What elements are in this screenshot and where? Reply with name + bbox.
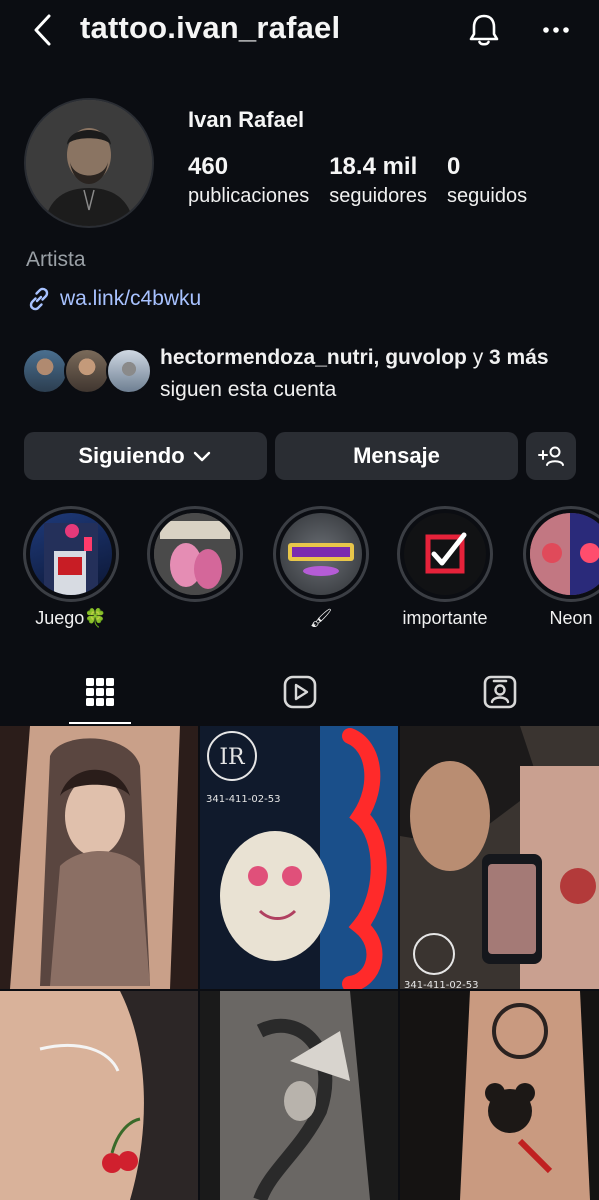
story-highlights: Juego🍀 🖌 importante Neon xyxy=(0,506,599,646)
posts-grid: IR 341-411-02-53 341-411-02-53 xyxy=(0,726,599,1200)
mutual-avatar xyxy=(64,348,110,394)
post-thumbnail[interactable] xyxy=(400,991,599,1200)
neon-sign-icon xyxy=(530,513,599,595)
profile-actions: Siguiendo Mensaje xyxy=(24,432,576,480)
stat-followers[interactable]: 18.4 mil seguidores xyxy=(329,152,427,210)
mutual-count: 3 más xyxy=(489,346,549,369)
post-thumbnail[interactable] xyxy=(200,991,398,1200)
highlight-ring xyxy=(523,506,599,602)
link-icon xyxy=(29,287,49,311)
more-horizontal-icon xyxy=(543,27,569,33)
following-button[interactable]: Siguiendo xyxy=(24,432,267,480)
back-button[interactable] xyxy=(26,12,58,48)
post-thumbnail[interactable] xyxy=(0,726,198,989)
mutual-avatar xyxy=(22,348,68,394)
highlight-ring xyxy=(273,506,369,602)
mutual-avatar xyxy=(106,348,152,394)
svg-text:IR: IR xyxy=(219,745,246,770)
pink-panther-icon xyxy=(154,513,236,595)
tab-grid[interactable] xyxy=(0,660,200,724)
highlight-ring xyxy=(147,506,243,602)
bell-icon xyxy=(469,14,499,46)
highlight-label: Juego🍀 xyxy=(35,608,107,628)
connector: y xyxy=(466,346,490,369)
avatar-portrait xyxy=(26,100,152,226)
post-watermark: 341-411-02-53 xyxy=(404,980,478,989)
active-tab-indicator xyxy=(69,722,131,724)
post-thumbnail[interactable]: 341-411-02-53 xyxy=(400,726,599,989)
followed-by[interactable]: hectormendoza_nutri, guvolop y 3 más sig… xyxy=(22,342,580,406)
post-thumbnail[interactable] xyxy=(0,991,198,1200)
highlight-pink-panther[interactable] xyxy=(140,506,250,608)
top-bar: tattoo.ivan_rafael xyxy=(0,0,599,64)
tab-tagged[interactable] xyxy=(400,660,599,724)
highlight-label: Neon xyxy=(549,608,593,628)
following-label: Siguiendo xyxy=(78,443,185,468)
stat-following[interactable]: 0 seguidos xyxy=(447,152,527,210)
stat-label: publicaciones xyxy=(188,185,310,207)
highlight-importante[interactable]: importante xyxy=(390,506,500,629)
stat-value: 18.4 mil xyxy=(329,153,418,180)
tab-reels[interactable] xyxy=(200,660,400,724)
highlight-label: 🖌 xyxy=(309,608,333,628)
message-label: Mensaje xyxy=(353,443,440,468)
tagged-icon xyxy=(483,675,517,709)
more-options-button[interactable] xyxy=(536,10,576,50)
message-button[interactable]: Mensaje xyxy=(275,432,518,480)
suggested-users-button[interactable] xyxy=(526,432,576,480)
profile-category: Artista xyxy=(26,248,86,271)
stat-label: seguidores xyxy=(329,185,428,207)
stat-label: seguidos xyxy=(447,185,528,207)
arcade-icon xyxy=(30,513,112,595)
highlight-ring xyxy=(397,506,493,602)
followed-by-text: hectormendoza_nutri, guvolop y 3 más sig… xyxy=(160,342,580,406)
highlight-la-calavera[interactable]: 🖌 xyxy=(266,506,376,629)
profile-tabs xyxy=(0,660,599,726)
reels-icon xyxy=(283,675,317,709)
grid-icon xyxy=(86,678,114,706)
highlight-ring xyxy=(23,506,119,602)
followed-suffix: siguen esta cuenta xyxy=(160,378,337,401)
display-name: Ivan Rafael xyxy=(188,107,305,132)
profile-username: tattoo.ivan_rafael xyxy=(80,10,341,45)
highlight-label: importante xyxy=(402,608,488,628)
mutual-names: hectormendoza_nutri, guvolop xyxy=(160,346,467,369)
notifications-button[interactable] xyxy=(464,10,504,50)
profile-link[interactable]: wa.link/c4bwku xyxy=(26,286,201,312)
mutual-avatars xyxy=(22,342,152,398)
la-calavera-logo xyxy=(280,513,362,595)
highlight-juego[interactable]: Juego🍀 xyxy=(16,506,126,629)
checkbox-icon xyxy=(404,513,486,595)
post-watermark: 341-411-02-53 xyxy=(206,794,280,805)
chevron-left-icon xyxy=(34,14,51,46)
post-thumbnail[interactable]: IR 341-411-02-53 xyxy=(200,726,398,989)
add-person-icon xyxy=(538,446,564,466)
highlight-neon[interactable]: Neon xyxy=(516,506,599,629)
profile-stats: 460 publicaciones 18.4 mil seguidores 0 … xyxy=(188,152,527,210)
chevron-down-icon xyxy=(193,451,210,462)
stat-value: 460 xyxy=(188,153,229,180)
stat-value: 0 xyxy=(447,153,461,180)
stat-posts[interactable]: 460 publicaciones xyxy=(188,152,309,210)
profile-avatar[interactable] xyxy=(24,98,154,228)
link-text: wa.link/c4bwku xyxy=(60,287,202,310)
